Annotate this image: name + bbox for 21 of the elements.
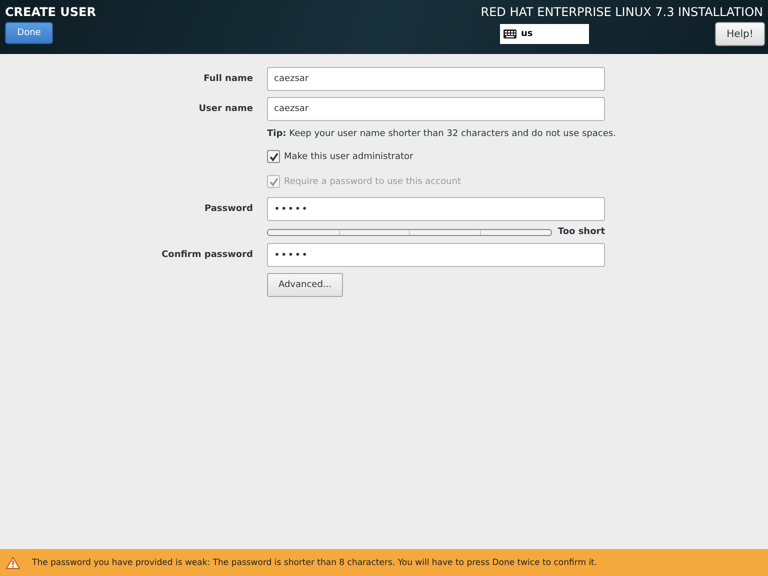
product-title: RED HAT ENTERPRISE LINUX 7.3 INSTALLATION [480,5,763,19]
help-button[interactable]: Help! [715,22,765,46]
checkbox[interactable] [267,150,280,163]
keyboard-icon [503,29,517,39]
checkbox-label: Require a password to use this account [284,176,461,186]
page-title: CREATE USER [5,5,96,19]
password-field[interactable]: ••••• [267,197,605,221]
checkbox-label: Make this user administrator [284,152,414,162]
input-field[interactable]: caezsar [267,97,605,121]
keyboard-layout-field[interactable]: us [500,24,589,44]
field-label: Confirm password [160,250,253,260]
input-field[interactable]: caezsar [267,67,605,91]
strength-reading: Too short [558,227,605,237]
warning-icon [6,556,20,568]
field-label: Full name [202,74,253,84]
password-field[interactable]: ••••• [267,243,605,267]
field-label: Password [203,204,253,214]
advanced-button[interactable]: Advanced... [267,273,343,297]
warning-message: The password you have provided is weak: The password is shorter than 8 characters. You will have to press Done twice to confirm it. [32,558,598,568]
field-label: User name [198,104,253,114]
tip-text: Tip: Keep your user name shorter than 32 characters and do not use spaces. [267,128,616,141]
